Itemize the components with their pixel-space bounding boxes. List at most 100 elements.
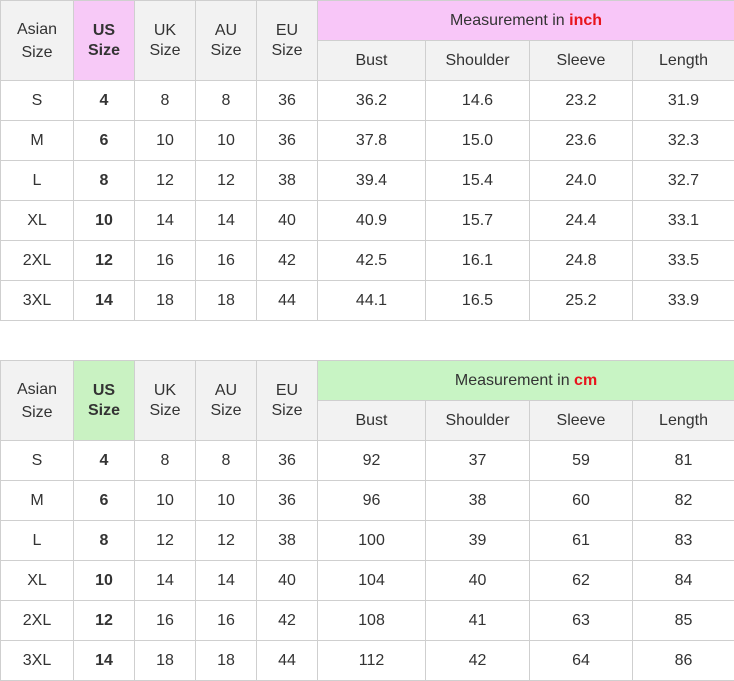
us-size-cell: 12 [73,240,135,281]
eu-size-cell: 36 [256,120,318,161]
table-row: M 6 10 10 36 96 38 60 82 [0,480,734,521]
uk-size-cell: 14 [134,200,196,241]
length-cell: 82 [631,480,734,521]
sleeve-cell: 24.4 [529,200,633,241]
length-cell: 32.3 [632,120,734,161]
asian-size-cell: M [0,480,74,521]
us-size-header: US Size [73,0,135,81]
au-size-cell: 16 [195,240,257,281]
eu-size-cell: 40 [256,560,318,601]
shoulder-header: Shoulder [425,400,530,441]
us-size-cell: 14 [73,280,135,321]
uk-size-header: UK Size [134,0,196,81]
eu-size-cell: 42 [256,600,318,641]
table-row: S 4 8 8 36 92 37 59 81 [0,440,734,481]
size-chart-inch: Asian Size US Size UK Size AU Size EU Size Me… [0,0,734,321]
asian-size-cell: 2XL [0,600,74,641]
bust-cell: 37.8 [317,120,426,161]
us-size-cell: 8 [73,160,135,201]
table-row: L 8 12 12 38 39.4 15.4 24.0 32.7 [0,160,734,201]
shoulder-cell: 38 [425,480,530,521]
us-size-cell: 6 [73,480,135,521]
eu-size-cell: 36 [256,440,318,481]
shoulder-cell: 16.5 [425,280,530,321]
sleeve-header: Sleeve [529,400,633,441]
sleeve-cell: 62 [529,560,633,601]
shoulder-cell: 41 [425,600,530,641]
eu-size-cell: 40 [256,200,318,241]
us-size-cell: 4 [73,80,135,121]
length-cell: 33.1 [632,200,734,241]
length-cell: 33.9 [632,280,734,321]
au-size-cell: 12 [195,520,257,561]
uk-size-cell: 8 [134,440,196,481]
eu-size-header: EU Size [256,360,318,441]
au-size-cell: 16 [195,600,257,641]
unit-inch-label: inch [569,11,603,29]
sleeve-cell: 24.0 [529,160,633,201]
shoulder-cell: 15.7 [425,200,530,241]
uk-size-header: UK Size [134,360,196,441]
sleeve-cell: 63 [529,600,633,641]
au-size-cell: 10 [195,120,257,161]
asian-size-cell: S [0,80,74,121]
sleeve-cell: 60 [529,480,633,521]
us-size-cell: 10 [73,560,135,601]
bust-cell: 96 [317,480,426,521]
shoulder-cell: 16.1 [425,240,530,281]
au-size-header: AU Size [195,360,257,441]
uk-size-cell: 16 [134,240,196,281]
bust-cell: 36.2 [317,80,426,121]
bust-header: Bust [317,40,426,81]
au-size-cell: 18 [195,640,257,681]
eu-size-cell: 36 [256,80,318,121]
asian-size-cell: XL [0,560,74,601]
length-cell: 33.5 [632,240,734,281]
uk-size-cell: 18 [134,280,196,321]
uk-size-cell: 18 [134,640,196,681]
au-size-cell: 14 [195,560,257,601]
length-header: Length [632,40,734,81]
us-size-cell: 6 [73,120,135,161]
length-cell: 84 [631,560,734,601]
asian-size-cell: XL [0,200,74,241]
length-cell: 81 [631,440,734,481]
bust-cell: 39.4 [317,160,426,201]
size-chart-cm: Asian Size US Size UK Size AU Size EU Size Me… [0,360,734,681]
bust-cell: 92 [317,440,426,481]
bust-cell: 100 [317,520,426,561]
au-size-cell: 12 [195,160,257,201]
measurement-inch-header: Measurement in inch [317,0,734,41]
asian-size-header: Asian Size [0,360,74,441]
table-row: 3XL 14 18 18 44 112 42 64 86 [0,640,734,681]
shoulder-cell: 15.0 [425,120,530,161]
asian-size-cell: 3XL [0,280,74,321]
table-row: 3XL 14 18 18 44 44.1 16.5 25.2 33.9 [0,280,734,321]
measurement-cm-header: Measurement in cm [316,360,734,401]
shoulder-cell: 42 [425,640,530,681]
uk-size-cell: 16 [134,600,196,641]
eu-size-cell: 42 [256,240,318,281]
length-cell: 86 [631,640,734,681]
asian-size-header: Asian Size [0,0,74,81]
us-size-cell: 10 [73,200,135,241]
us-size-cell: 4 [73,440,135,481]
length-cell: 32.7 [632,160,734,201]
uk-size-cell: 14 [134,560,196,601]
eu-size-cell: 44 [256,280,318,321]
bust-header: Bust [317,400,426,441]
uk-size-cell: 12 [134,520,196,561]
shoulder-cell: 37 [425,440,530,481]
table-row: XL 10 14 14 40 104 40 62 84 [0,560,734,601]
eu-size-cell: 36 [256,480,318,521]
uk-size-cell: 10 [134,480,196,521]
asian-size-cell: S [0,440,74,481]
sleeve-cell: 24.8 [529,240,633,281]
unit-cm-label: cm [574,371,598,389]
sleeve-cell: 61 [529,520,633,561]
us-size-cell: 14 [73,640,135,681]
sleeve-cell: 23.6 [529,120,633,161]
table-row: M 6 10 10 36 37.8 15.0 23.6 32.3 [0,120,734,161]
table-row: S 4 8 8 36 36.2 14.6 23.2 31.9 [0,80,734,121]
length-header: Length [631,400,734,441]
